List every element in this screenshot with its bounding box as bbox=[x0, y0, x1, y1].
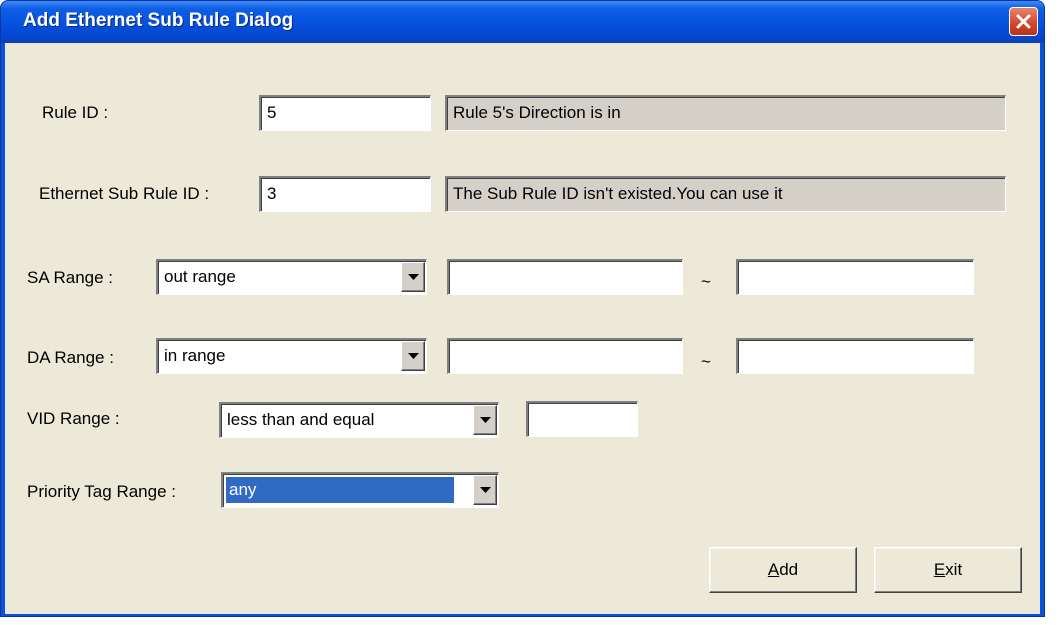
exit-button[interactable]: Exit bbox=[874, 547, 1022, 593]
chevron-down-icon bbox=[408, 353, 419, 359]
sub-rule-id-input[interactable]: 3 bbox=[259, 176, 431, 212]
vid-range-label: VID Range : bbox=[27, 409, 120, 428]
da-range-select[interactable]: in range bbox=[156, 338, 427, 374]
sa-range-selected-value: out range bbox=[164, 267, 236, 286]
rule-direction-status: Rule 5's Direction is in bbox=[445, 95, 1006, 131]
vid-range-selected-value: less than and equal bbox=[227, 410, 375, 429]
da-range-to-input[interactable] bbox=[736, 338, 974, 374]
dialog-window: Add Ethernet Sub Rule Dialog Rule ID : 5… bbox=[0, 0, 1045, 617]
sa-range-to-input[interactable] bbox=[736, 259, 974, 295]
priority-tag-range-dropdown-button[interactable] bbox=[473, 475, 497, 505]
rule-id-input[interactable]: 5 bbox=[259, 95, 431, 131]
priority-tag-range-selected-value: any bbox=[226, 477, 454, 503]
priority-tag-range-select[interactable]: any bbox=[221, 472, 499, 508]
sa-range-dropdown-button[interactable] bbox=[401, 262, 425, 292]
sa-range-label: SA Range : bbox=[27, 268, 114, 287]
add-button[interactable]: Add bbox=[709, 547, 857, 593]
chevron-down-icon bbox=[408, 274, 419, 280]
close-icon bbox=[1016, 14, 1031, 29]
vid-range-value-input[interactable] bbox=[526, 401, 638, 437]
exit-button-label: xit bbox=[945, 560, 963, 579]
da-range-from-input[interactable] bbox=[447, 338, 683, 374]
sa-range-select[interactable]: out range bbox=[156, 259, 427, 295]
priority-tag-range-label: Priority Tag Range : bbox=[27, 482, 176, 501]
dialog-client-area: Rule ID : 5 Rule 5's Direction is in Eth… bbox=[5, 43, 1040, 614]
close-button[interactable] bbox=[1009, 7, 1038, 36]
sub-rule-id-status: The Sub Rule ID isn't existed.You can us… bbox=[445, 176, 1006, 212]
da-range-separator: ~ bbox=[701, 352, 711, 371]
da-range-label: DA Range : bbox=[27, 348, 114, 367]
dialog-title: Add Ethernet Sub Rule Dialog bbox=[23, 10, 294, 31]
sa-range-separator: ~ bbox=[701, 272, 711, 291]
rule-id-label: Rule ID : bbox=[42, 103, 109, 122]
da-range-dropdown-button[interactable] bbox=[401, 341, 425, 371]
add-button-mnemonic: A bbox=[767, 560, 780, 579]
chevron-down-icon bbox=[480, 417, 491, 423]
da-range-selected-value: in range bbox=[164, 346, 226, 365]
sub-rule-id-label: Ethernet Sub Rule ID : bbox=[39, 184, 210, 203]
sa-range-from-input[interactable] bbox=[447, 259, 683, 295]
vid-range-dropdown-button[interactable] bbox=[473, 405, 497, 435]
vid-range-select[interactable]: less than and equal bbox=[219, 402, 499, 438]
exit-button-mnemonic: E bbox=[933, 560, 946, 579]
add-button-label: dd bbox=[779, 560, 799, 579]
chevron-down-icon bbox=[480, 487, 491, 493]
title-bar[interactable]: Add Ethernet Sub Rule Dialog bbox=[1, 1, 1044, 43]
